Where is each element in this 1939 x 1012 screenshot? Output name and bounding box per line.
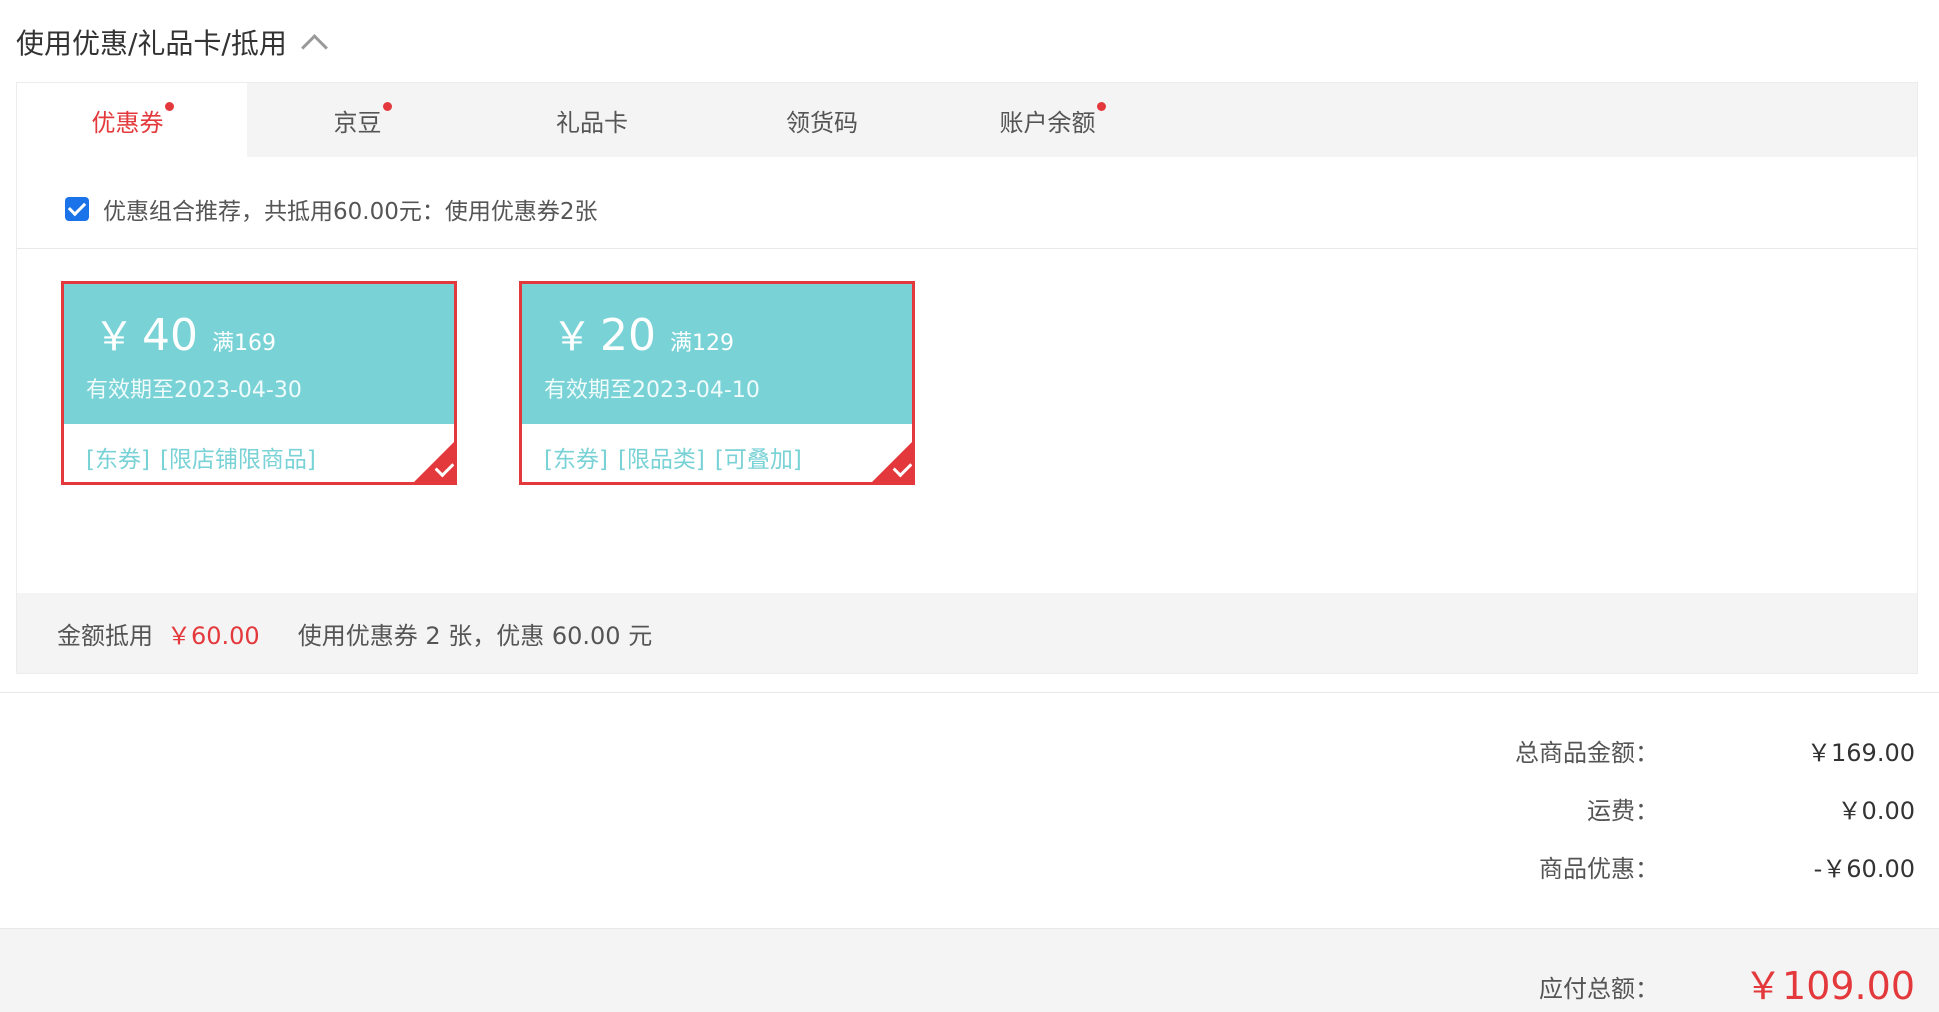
coupon-card[interactable]: ￥ 40 满169 有效期至2023-04-30 [东券] [限店铺限商品] — [61, 281, 457, 485]
deduction-summary: 金额抵用 ￥60.00 使用优惠券 2 张，优惠 60.00 元 — [17, 593, 1917, 673]
tab-label: 账户余额 — [999, 108, 1096, 137]
section-title: 使用优惠/礼品卡/抵用 — [16, 27, 287, 60]
tab-coupons[interactable]: 优惠券 — [17, 83, 247, 157]
divider — [17, 248, 1917, 249]
checkmark-icon — [67, 197, 87, 217]
coupon-tags: [东券] [限店铺限商品] — [86, 440, 316, 474]
coupon-validity: 有效期至2023-04-10 — [544, 378, 760, 403]
coupon-condition: 满169 — [212, 331, 276, 356]
coupon-symbol: ￥ — [94, 314, 134, 360]
notification-dot-icon — [164, 101, 174, 111]
total-label: 运费： — [1587, 796, 1659, 825]
tab-label: 优惠券 — [91, 108, 164, 137]
combo-recommend-row: 优惠组合推荐，共抵用60.00元：使用优惠券2张 — [65, 189, 597, 229]
notification-dot-icon — [382, 101, 392, 111]
coupon-validity: 有效期至2023-04-30 — [86, 378, 302, 403]
tab-gift-card[interactable]: 礼品卡 — [477, 83, 707, 157]
tab-bar: 优惠券 京豆 礼品卡 领货码 账户余额 — [17, 83, 1917, 157]
coupon-condition: 满129 — [670, 331, 734, 356]
coupon-amount: ￥ 40 满169 — [94, 304, 276, 362]
coupon-tag: [限店铺限商品] — [159, 447, 316, 473]
coupon-value: 20 — [600, 310, 656, 361]
section-header[interactable]: 使用优惠/礼品卡/抵用 — [16, 22, 328, 62]
tab-label: 领货码 — [786, 108, 858, 137]
total-value: ￥169.00 — [1807, 738, 1915, 767]
total-row: 商品优惠： -￥60.00 — [1295, 846, 1915, 886]
combo-checkbox[interactable] — [65, 197, 89, 221]
combo-text: 优惠组合推荐，共抵用60.00元：使用优惠券2张 — [103, 199, 598, 225]
coupon-value: 40 — [142, 310, 198, 361]
total-row: 总商品金额： ￥169.00 — [1295, 730, 1915, 770]
total-row: 运费： ￥0.00 — [1295, 788, 1915, 828]
tab-redeem-code[interactable]: 领货码 — [707, 83, 937, 157]
payable-label: 应付总额： — [1539, 975, 1659, 1003]
coupon-top: ￥ 40 满169 有效期至2023-04-30 — [64, 284, 454, 424]
summary-amount: ￥60.00 — [167, 621, 260, 650]
total-label: 总商品金额： — [1515, 738, 1659, 767]
coupon-card[interactable]: ￥ 20 满129 有效期至2023-04-10 [东券] [限品类] [可叠加… — [519, 281, 915, 485]
payable-value: ￥109.00 — [1744, 964, 1915, 1008]
total-label: 商品优惠： — [1539, 854, 1659, 883]
discount-panel: 优惠券 京豆 礼品卡 领货码 账户余额 优惠组合推荐，共抵用60.00元：使用优… — [16, 82, 1918, 674]
coupon-top: ￥ 20 满129 有效期至2023-04-10 — [522, 284, 912, 424]
coupon-tag: [东券] — [86, 447, 150, 473]
tab-account-balance[interactable]: 账户余额 — [937, 83, 1167, 157]
summary-detail: 使用优惠券 2 张，优惠 60.00 元 — [297, 621, 653, 650]
coupon-amount: ￥ 20 满129 — [552, 304, 734, 362]
divider — [0, 692, 1939, 693]
summary-label: 金额抵用 — [57, 621, 153, 650]
total-value: -￥60.00 — [1813, 854, 1915, 883]
tab-label: 京豆 — [333, 108, 382, 137]
tab-label: 礼品卡 — [556, 108, 628, 137]
tab-jingdou[interactable]: 京豆 — [247, 83, 477, 157]
coupon-tag: [限品类] — [617, 447, 705, 473]
coupon-tag: [可叠加] — [714, 447, 802, 473]
coupon-symbol: ￥ — [552, 314, 592, 360]
payable-bar: 应付总额： ￥109.00 — [0, 928, 1939, 1012]
notification-dot-icon — [1096, 101, 1106, 111]
coupon-tags: [东券] [限品类] [可叠加] — [544, 440, 802, 474]
chevron-up-icon[interactable] — [300, 33, 328, 61]
coupon-tag: [东券] — [544, 447, 608, 473]
total-value: ￥0.00 — [1837, 796, 1915, 825]
